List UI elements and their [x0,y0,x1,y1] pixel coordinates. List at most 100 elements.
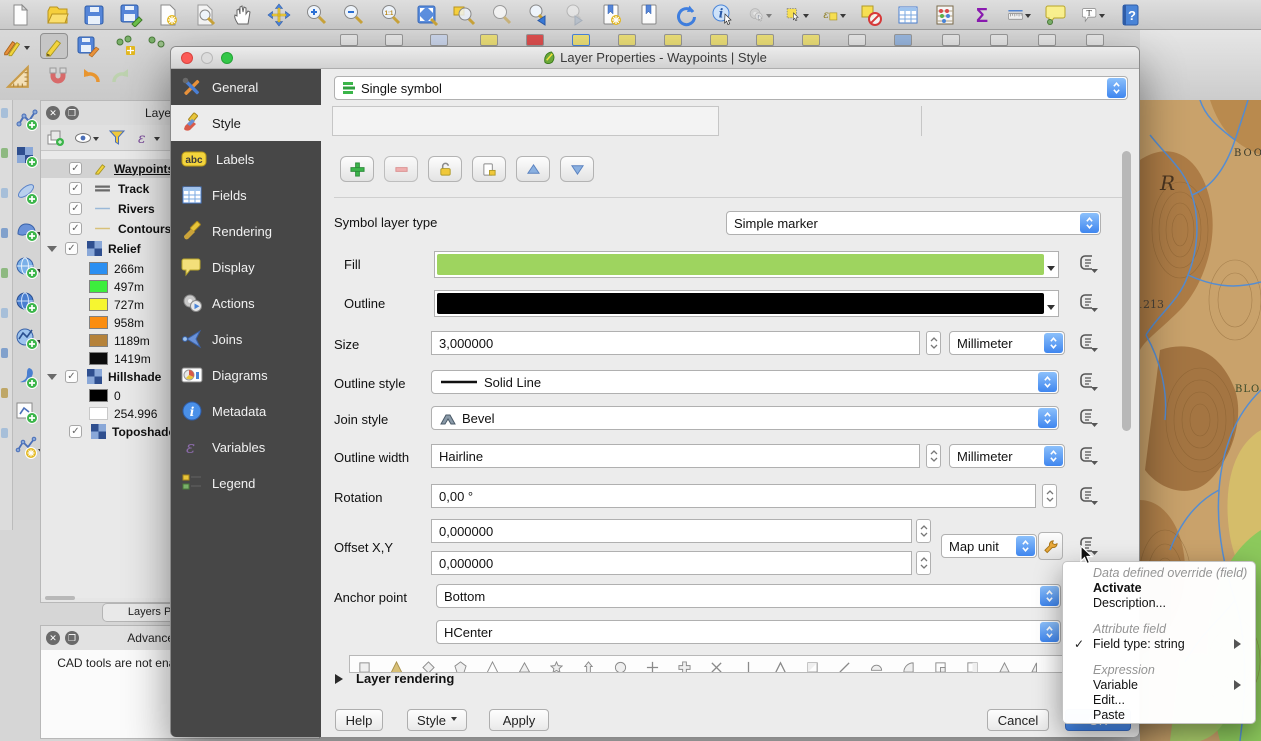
layer-checkbox[interactable]: ✓ [65,242,78,255]
layer-checkbox[interactable]: ✓ [65,370,78,383]
layers-panel-scrollbar[interactable] [45,596,75,600]
shape-half-square[interactable] [806,661,819,673]
tab-style[interactable]: Style [171,105,321,141]
zoom-full-icon[interactable] [415,3,439,27]
cad-tools-icon[interactable] [4,64,32,90]
manage-visibility-icon[interactable] [74,129,99,147]
redo-icon[interactable] [108,64,136,90]
shape-equilateral-triangle[interactable] [518,661,531,673]
anchor-vertical-select[interactable]: Bottom [436,584,1061,608]
move-content-icon[interactable] [267,3,291,27]
shape-triangle-outline[interactable] [486,661,499,673]
offset-x-stepper[interactable] [916,519,931,543]
run-feature-action-icon[interactable] [748,3,772,27]
new-print-composer-icon[interactable] [156,3,180,27]
text-annotation-icon[interactable]: T [1081,3,1105,27]
offset-unit-select[interactable]: Map unit [941,534,1037,558]
snapping-icon[interactable] [44,64,72,90]
add-database-layer-icon[interactable] [15,219,39,243]
size-unit-select[interactable]: Millimeter [949,331,1065,355]
layer-rendering-group[interactable]: Layer rendering [335,671,454,686]
apply-button[interactable]: Apply [489,709,549,731]
outline-color-button[interactable] [434,290,1059,317]
shape-diagonal-square[interactable] [838,661,851,673]
layer-checkbox[interactable]: ✓ [69,182,82,195]
save-project-as-icon[interactable] [119,3,143,27]
outline-style-select[interactable]: Solid Line [431,370,1059,394]
add-wcs-layer-icon[interactable] [15,291,39,315]
open-project-icon[interactable] [45,3,69,27]
menu-item-variable[interactable]: Variable [1063,678,1255,693]
pan-map-icon[interactable] [230,3,254,27]
shape-cross-fill[interactable] [678,661,691,673]
shape-half-arrowhead[interactable] [1030,661,1043,673]
filter-legend-icon[interactable] [108,129,126,147]
size-data-defined-button[interactable] [1076,332,1100,354]
shape-circle[interactable] [614,661,627,673]
tab-metadata[interactable]: iMetadata [171,393,321,429]
composer-manager-icon[interactable] [193,3,217,27]
tab-display[interactable]: Display [171,249,321,285]
shape-semi-circle[interactable] [870,661,883,673]
zoom-native-icon[interactable]: 1:1 [378,3,402,27]
expand-right-icon[interactable] [335,674,348,684]
measure-icon[interactable] [1007,3,1031,27]
add-delimited-text-layer-icon[interactable] [15,182,39,206]
layer-checkbox[interactable]: ✓ [69,202,82,215]
shape-right-half-square[interactable] [966,661,979,673]
shape-quarter-circle[interactable] [902,661,915,673]
menu-item-field-type[interactable]: ✓Field type: string [1063,637,1255,652]
symbol-layers-tree[interactable] [332,106,719,136]
shape-line[interactable] [742,661,755,673]
renderer-select[interactable]: Single symbol [334,76,1128,100]
add-raster-layer-icon[interactable] [15,145,39,169]
menu-item-activate[interactable]: Activate [1063,581,1255,596]
new-virtual-layer-icon[interactable] [15,436,39,460]
tab-legend[interactable]: Legend [171,465,321,501]
shape-cross[interactable] [646,661,659,673]
add-feature-icon[interactable] [112,33,140,59]
zoom-out-icon[interactable] [341,3,365,27]
collapse-icon[interactable] [47,374,57,385]
help-icon[interactable]: ? [1118,3,1142,27]
show-bookmarks-icon[interactable] [637,3,661,27]
offset-y-stepper[interactable] [916,551,931,575]
refresh-icon[interactable] [674,3,698,27]
zoom-to-layer-icon[interactable] [452,3,476,27]
tab-labels[interactable]: abcLabels [171,141,321,177]
cancel-button[interactable]: Cancel [987,709,1049,731]
expression-filter-icon[interactable]: ε [135,129,160,147]
anchor-horizontal-select[interactable]: HCenter [436,620,1061,644]
join-style-select[interactable]: Bevel [431,406,1059,430]
toggle-editing-icon[interactable] [40,33,68,59]
identify-features-icon[interactable]: i [711,3,735,27]
layer-checkbox[interactable]: ✓ [69,222,82,235]
move-symbol-down-button[interactable] [560,156,594,182]
new-project-icon[interactable] [8,3,32,27]
remove-symbol-layer-button[interactable] [384,156,418,182]
shape-pentagon[interactable] [454,661,467,673]
outline-width-stepper[interactable] [926,444,941,468]
add-spatialite-layer-icon[interactable] [15,366,39,390]
map-tips-icon[interactable] [1044,3,1068,27]
zoom-to-selection-icon[interactable] [489,3,513,27]
offset-x-input[interactable]: 0,000000 [431,519,912,543]
lock-color-button[interactable] [428,156,462,182]
style-menu-button[interactable]: Style [407,709,467,731]
rotation-data-defined-button[interactable] [1076,485,1100,507]
open-attribute-table-icon[interactable] [896,3,920,27]
field-calculator-icon[interactable] [933,3,957,27]
new-bookmark-icon[interactable] [600,3,624,27]
tab-variables[interactable]: εVariables [171,429,321,465]
new-shapefile-layer-icon[interactable] [15,401,39,425]
outline-width-data-defined-button[interactable] [1076,445,1100,467]
join-style-data-defined-button[interactable] [1076,407,1100,429]
menu-item-paste[interactable]: Paste [1063,708,1255,723]
current-edits-icon[interactable] [2,33,30,59]
help-button[interactable]: Help [335,709,383,731]
size-stepper[interactable] [926,331,941,355]
select-by-expression-icon[interactable]: ε [822,3,846,27]
shape-arrowhead[interactable] [774,661,787,673]
fill-color-button[interactable] [434,251,1059,278]
menu-item-edit[interactable]: Edit... [1063,693,1255,708]
